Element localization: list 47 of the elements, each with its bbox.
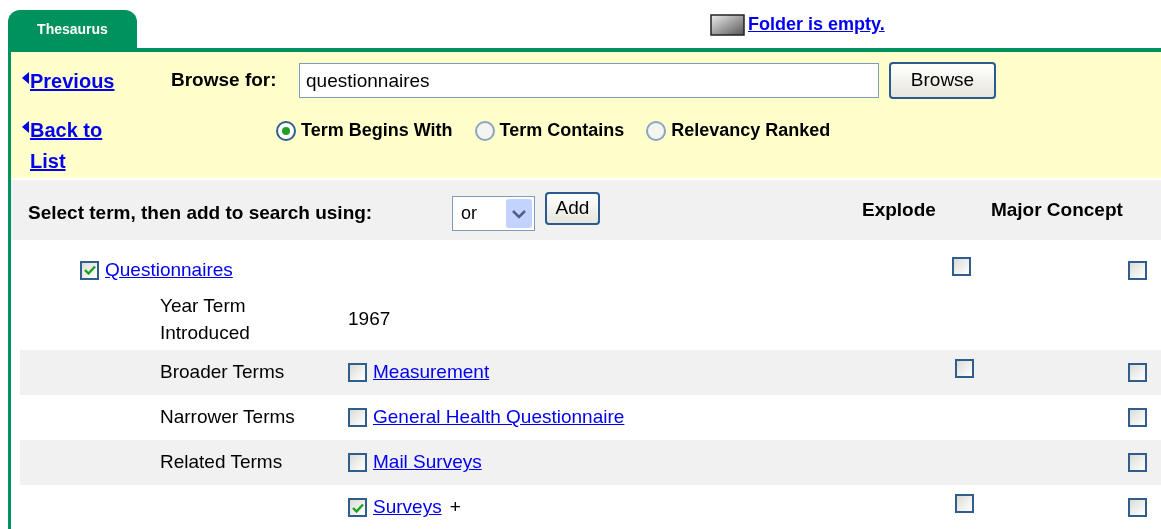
radio-label[interactable]: Term Begins With bbox=[301, 117, 453, 144]
year-value: 1967 bbox=[348, 306, 391, 331]
back-link[interactable]: Back to List bbox=[15, 115, 125, 177]
radio-label[interactable]: Relevancy Ranked bbox=[671, 117, 831, 144]
term-link[interactable]: Measurement bbox=[373, 358, 490, 387]
column-header: Major Concept bbox=[990, 197, 1123, 222]
browse-label: Browse for: bbox=[170, 68, 278, 93]
radio-label[interactable]: Term Contains bbox=[499, 117, 625, 144]
browse-field[interactable]: questionnaires bbox=[299, 63, 879, 98]
major-concept-checkbox[interactable] bbox=[1128, 453, 1147, 472]
explode-checkbox[interactable] bbox=[952, 257, 971, 276]
browse-button[interactable]: Browse bbox=[889, 62, 996, 99]
triangle-left-icon bbox=[21, 120, 30, 134]
relation-label: Broader Terms bbox=[160, 361, 285, 383]
term-checkbox[interactable] bbox=[348, 408, 367, 427]
add-button[interactable]: Add bbox=[545, 191, 600, 225]
operator-select[interactable]: or bbox=[452, 195, 535, 231]
term-link[interactable]: Surveys bbox=[373, 493, 442, 522]
term-link[interactable]: Questionnaires bbox=[105, 255, 233, 285]
major-concept-checkbox[interactable] bbox=[1128, 408, 1147, 427]
explode-checkbox[interactable] bbox=[955, 494, 974, 513]
radio-button[interactable] bbox=[474, 120, 495, 141]
term-checkbox[interactable] bbox=[348, 498, 367, 517]
checkmark-icon bbox=[83, 265, 96, 275]
major-concept-checkbox[interactable] bbox=[1128, 498, 1147, 517]
year-label: Year Term Introduced bbox=[160, 294, 251, 345]
term-checkbox[interactable] bbox=[80, 260, 99, 280]
column-header: Explode bbox=[862, 197, 936, 222]
explode-checkbox[interactable] bbox=[955, 359, 974, 378]
expand-marker[interactable]: + bbox=[449, 493, 461, 522]
triangle-left-icon bbox=[21, 71, 30, 85]
major-concept-checkbox[interactable] bbox=[1128, 363, 1147, 382]
previous-link[interactable]: Previous bbox=[30, 66, 115, 97]
relation-label: Related Terms bbox=[160, 451, 283, 473]
term-link[interactable]: General Health Questionnaire bbox=[373, 403, 625, 432]
add-label: Select term, then add to search using: bbox=[28, 200, 374, 225]
thesaurus-tab[interactable]: Thesaurus bbox=[8, 10, 137, 48]
checkmark-icon bbox=[351, 502, 364, 513]
relation-label: Narrower Terms bbox=[160, 406, 295, 428]
folder-icon bbox=[710, 13, 746, 36]
term-link[interactable]: Mail Surveys bbox=[373, 448, 482, 477]
folder-link[interactable]: Folder is empty. bbox=[748, 11, 885, 38]
term-checkbox[interactable] bbox=[348, 453, 367, 472]
radio-button[interactable] bbox=[276, 120, 296, 141]
term-checkbox[interactable] bbox=[348, 363, 367, 382]
major-concept-checkbox[interactable] bbox=[1128, 260, 1147, 280]
radio-button[interactable] bbox=[646, 120, 667, 141]
